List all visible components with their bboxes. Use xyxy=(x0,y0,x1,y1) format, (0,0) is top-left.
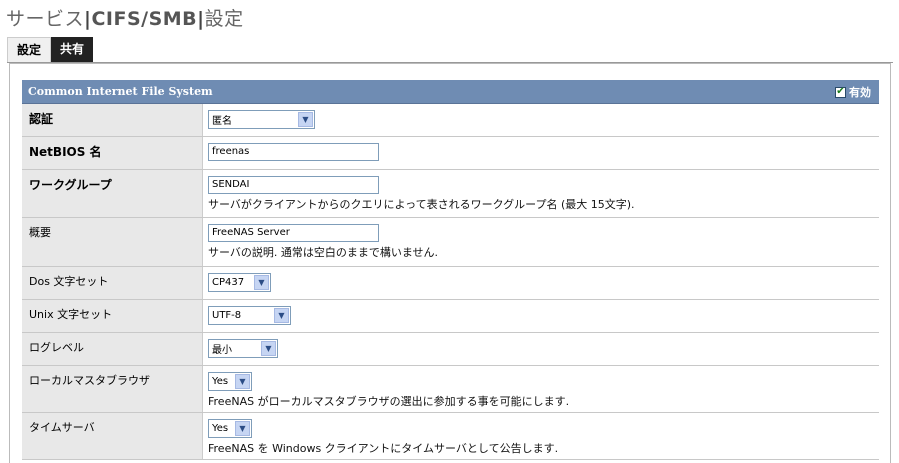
enable-checkbox[interactable]: ✔ xyxy=(835,86,846,98)
title-separator: | xyxy=(197,8,205,30)
unix-charset-select[interactable]: UTF-8 ▼ xyxy=(208,306,291,325)
dos-charset-select[interactable]: CP437 ▼ xyxy=(208,273,271,292)
row-local-master: ローカルマスタブラウザ Yes ▼ FreeNAS がローカルマスタブラウザの選… xyxy=(22,366,879,413)
section-title: Common Internet File System xyxy=(28,85,213,98)
log-level-selected: 最小 xyxy=(212,345,232,356)
workgroup-value-cell: SENDAI サーバがクライアントからのクエリによって表されるワークグループ名 … xyxy=(203,170,879,217)
title-prefix: サービス xyxy=(6,8,85,30)
local-master-selected: Yes xyxy=(212,376,229,387)
enable-label: 有効 xyxy=(849,86,871,99)
netbios-label: NetBIOS 名 xyxy=(22,137,203,169)
workgroup-input[interactable]: SENDAI xyxy=(208,176,379,194)
chevron-down-icon: ▼ xyxy=(254,275,269,290)
auth-value-cell: 匿名 ▼ xyxy=(203,104,879,136)
description-input[interactable]: FreeNAS Server xyxy=(208,224,379,242)
time-server-description: FreeNAS を Windows クライアントにタイムサーバとして公告します. xyxy=(208,442,559,455)
row-log-level: ログレベル 最小 ▼ xyxy=(22,333,879,366)
settings-form: Common Internet File System ✔ 有効 認証 匿名 ▼… xyxy=(22,80,879,460)
time-server-label: タイムサーバ xyxy=(22,413,203,459)
local-master-select[interactable]: Yes ▼ xyxy=(208,372,252,391)
auth-label: 認証 xyxy=(22,104,203,136)
row-unix-charset: Unix 文字セット UTF-8 ▼ xyxy=(22,300,879,333)
tab-settings[interactable]: 設定 xyxy=(7,37,52,63)
enable-toggle[interactable]: ✔ 有効 xyxy=(835,84,871,100)
title-service: CIFS/SMB xyxy=(91,8,198,30)
workgroup-label: ワークグループ xyxy=(22,170,203,217)
row-time-server: タイムサーバ Yes ▼ FreeNAS を Windows クライアントにタイ… xyxy=(22,413,879,460)
local-master-label: ローカルマスタブラウザ xyxy=(22,366,203,412)
unix-charset-label: Unix 文字セット xyxy=(22,300,203,332)
row-workgroup: ワークグループ SENDAI サーバがクライアントからのクエリによって表されるワ… xyxy=(22,170,879,218)
workgroup-description: サーバがクライアントからのクエリによって表されるワークグループ名 (最大 15文… xyxy=(208,198,635,211)
chevron-down-icon: ▼ xyxy=(274,308,289,323)
description-label: 概要 xyxy=(22,218,203,266)
log-level-value-cell: 最小 ▼ xyxy=(203,333,879,365)
dos-charset-value-cell: CP437 ▼ xyxy=(203,267,879,299)
dos-charset-selected: CP437 xyxy=(212,277,245,288)
dos-charset-label: Dos 文字セット xyxy=(22,267,203,299)
chevron-down-icon: ▼ xyxy=(261,341,276,356)
description-help: サーバの説明. 通常は空白のままで構いません. xyxy=(208,246,439,259)
time-server-value-cell: Yes ▼ FreeNAS を Windows クライアントにタイムサーバとして… xyxy=(203,413,879,459)
netbios-value-cell: freenas xyxy=(203,137,879,169)
row-dos-charset: Dos 文字セット CP437 ▼ xyxy=(22,267,879,300)
auth-selected: 匿名 xyxy=(212,116,232,127)
time-server-selected: Yes xyxy=(212,423,229,434)
unix-charset-value-cell: UTF-8 ▼ xyxy=(203,300,879,332)
title-suffix: 設定 xyxy=(204,8,244,30)
page-title: サービス|CIFS/SMB|設定 xyxy=(6,4,244,31)
chevron-down-icon: ▼ xyxy=(235,374,250,389)
description-value-cell: FreeNAS Server サーバの説明. 通常は空白のままで構いません. xyxy=(203,218,879,266)
section-header: Common Internet File System ✔ 有効 xyxy=(22,80,879,104)
tab-bar: 設定 共有 xyxy=(7,37,94,63)
row-netbios: NetBIOS 名 freenas xyxy=(22,137,879,170)
log-level-select[interactable]: 最小 ▼ xyxy=(208,339,278,358)
auth-select[interactable]: 匿名 ▼ xyxy=(208,110,315,129)
row-auth: 認証 匿名 ▼ xyxy=(22,104,879,137)
chevron-down-icon: ▼ xyxy=(298,112,313,127)
unix-charset-selected: UTF-8 xyxy=(212,310,242,321)
netbios-input[interactable]: freenas xyxy=(208,143,379,161)
log-level-label: ログレベル xyxy=(22,333,203,365)
tab-shares[interactable]: 共有 xyxy=(51,37,94,63)
local-master-value-cell: Yes ▼ FreeNAS がローカルマスタブラウザの選出に参加する事を可能にし… xyxy=(203,366,879,412)
chevron-down-icon: ▼ xyxy=(235,421,250,436)
row-description: 概要 FreeNAS Server サーバの説明. 通常は空白のままで構いません… xyxy=(22,218,879,267)
local-master-description: FreeNAS がローカルマスタブラウザの選出に参加する事を可能にします. xyxy=(208,395,570,408)
time-server-select[interactable]: Yes ▼ xyxy=(208,419,252,438)
settings-panel: Common Internet File System ✔ 有効 認証 匿名 ▼… xyxy=(9,63,891,463)
